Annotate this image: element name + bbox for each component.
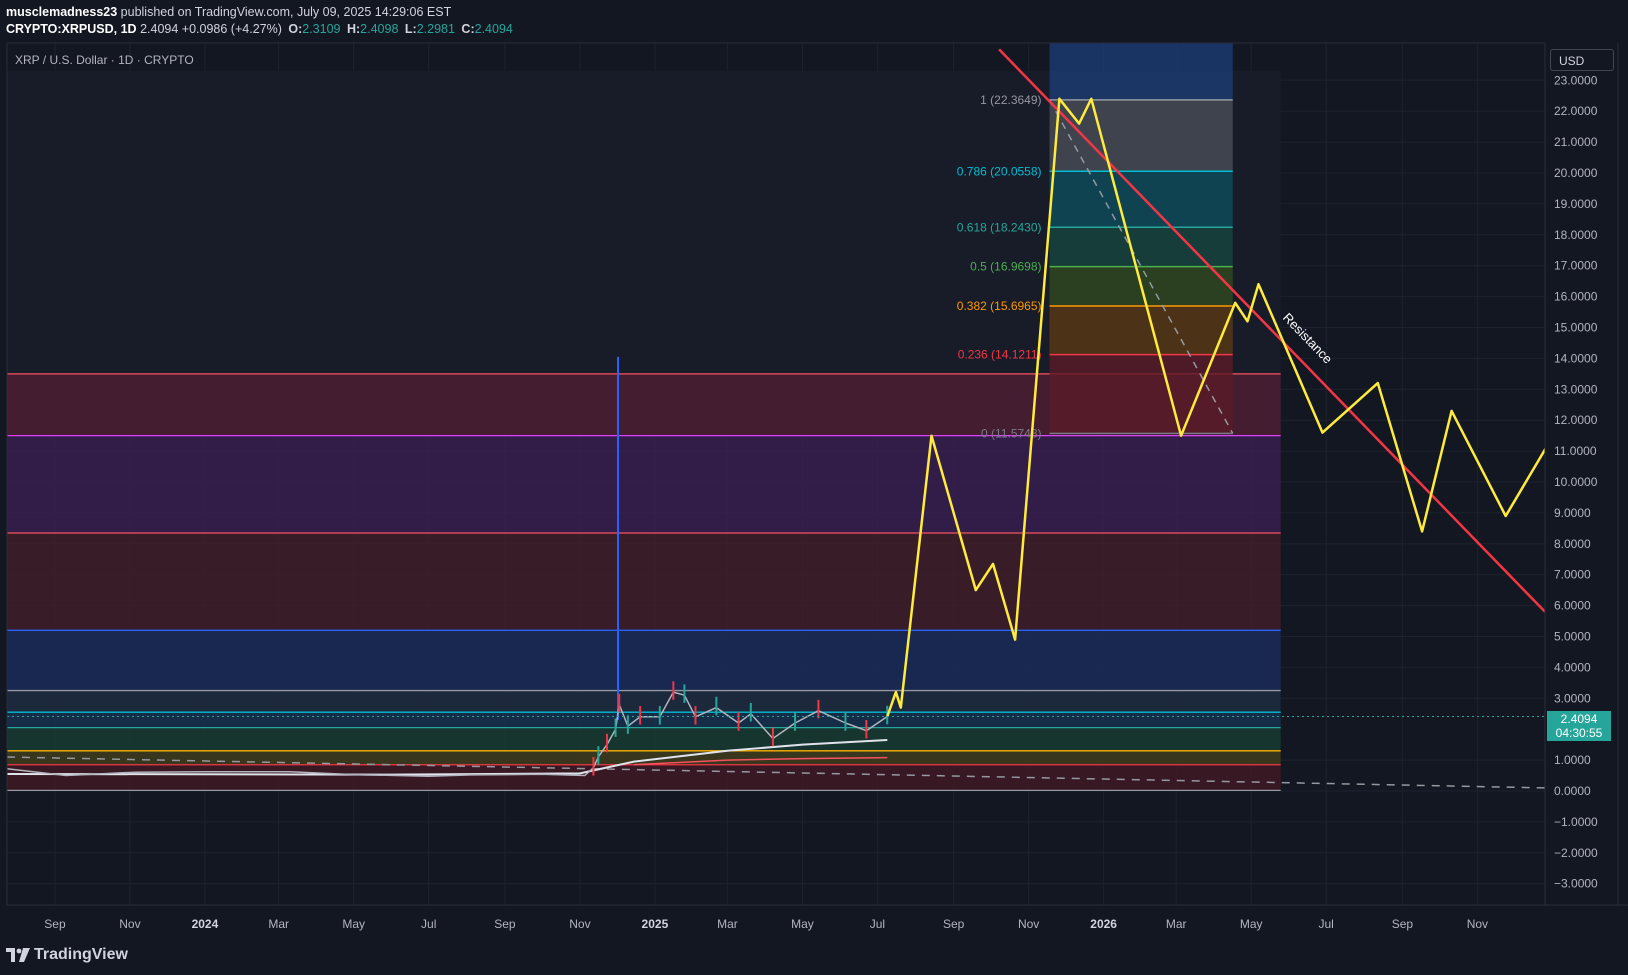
fib-level-label: 0.382 (15.6965): [957, 299, 1042, 313]
x-tick-label: 2024: [192, 917, 219, 931]
fib-zone: [1049, 354, 1233, 434]
y-tick-label: 7.0000: [1554, 568, 1591, 582]
tradingview-logo-icon: [6, 948, 30, 962]
footer: [0, 940, 1628, 975]
y-tick-label: 16.0000: [1554, 290, 1598, 304]
x-tick-label: Sep: [1392, 917, 1414, 931]
y-tick-label: 22.0000: [1554, 104, 1598, 118]
x-tick-label: Nov: [569, 917, 590, 931]
y-tick-label: 1.0000: [1554, 753, 1591, 767]
y-tick-label: 21.0000: [1554, 135, 1598, 149]
y-tick-label: 19.0000: [1554, 197, 1598, 211]
fib-zone: [1049, 305, 1233, 355]
price-tag-countdown: 04:30:55: [1555, 726, 1603, 740]
x-tick-label: Jul: [421, 917, 436, 931]
y-tick-label: 6.0000: [1554, 599, 1591, 613]
y-tick-label: 11.0000: [1554, 444, 1597, 458]
x-tick-label: Nov: [1018, 917, 1039, 931]
y-tick-label: 8.0000: [1554, 537, 1591, 551]
x-tick-label: 2026: [1090, 917, 1117, 931]
price-band: [7, 712, 1281, 728]
x-tick-label: Jul: [1318, 917, 1333, 931]
price-band: [7, 764, 1281, 791]
currency-selector[interactable]: USD: [1550, 49, 1614, 71]
y-tick-label: −2.0000: [1554, 846, 1598, 860]
y-tick-label: 20.0000: [1554, 166, 1598, 180]
y-tick-label: 14.0000: [1554, 351, 1598, 365]
x-tick-label: Sep: [943, 917, 965, 931]
x-tick-label: May: [791, 917, 814, 931]
x-tick-label: Mar: [1166, 917, 1187, 931]
price-chart[interactable]: 1 (22.3649) 0.786 (20.0558) 0.618 (18.2430…: [0, 0, 1628, 940]
y-tick-label: 3.0000: [1554, 691, 1591, 705]
x-tick-label: Mar: [268, 917, 289, 931]
fib-level-label: 0.5 (16.9698): [970, 260, 1041, 274]
x-tick-label: 2025: [642, 917, 669, 931]
fib-zone: [1049, 99, 1233, 172]
tradingview-logo[interactable]: TradingView: [6, 946, 128, 964]
price-band: [7, 690, 1281, 713]
x-tick-label: Jul: [870, 917, 885, 931]
price-band: [7, 630, 1281, 691]
y-tick-label: 12.0000: [1554, 413, 1598, 427]
last-price-tag: 2.4094 04:30:55: [1547, 711, 1611, 741]
y-tick-label: 13.0000: [1554, 382, 1598, 396]
fib-level-label: 1 (22.3649): [980, 93, 1041, 107]
x-tick-label: Nov: [1467, 917, 1488, 931]
y-tick-label: 23.0000: [1554, 73, 1598, 87]
y-tick-label: 17.0000: [1554, 259, 1598, 273]
y-tick-label: −3.0000: [1554, 877, 1598, 891]
fib-top-extension: [1049, 43, 1233, 100]
x-tick-label: May: [342, 917, 365, 931]
y-tick-label: 15.0000: [1554, 321, 1598, 335]
fib-level-label: 0.236 (14.1211): [958, 348, 1042, 362]
y-tick-label: 10.0000: [1554, 475, 1598, 489]
tradingview-logo-text: TradingView: [34, 946, 128, 963]
y-tick-label: −1.0000: [1554, 815, 1598, 829]
fib-level-label: 0.618 (18.2430): [957, 220, 1042, 234]
x-tick-label: Sep: [44, 917, 66, 931]
fib-zone: [1049, 171, 1233, 228]
price-band: [7, 750, 1281, 765]
x-tick-label: Sep: [494, 917, 516, 931]
x-tick-label: Nov: [119, 917, 140, 931]
y-tick-label: 0.0000: [1554, 784, 1591, 798]
x-tick-label: May: [1240, 917, 1263, 931]
y-tick-label: 4.0000: [1554, 660, 1591, 674]
fib-level-label: 0.786 (20.0558): [957, 164, 1042, 178]
y-tick-label: 5.0000: [1554, 630, 1591, 644]
symbol-title: XRP / U.S. Dollar · 1D · CRYPTO: [15, 53, 194, 67]
price-tag-value: 2.4094: [1560, 712, 1598, 726]
price-band: [7, 435, 1281, 533]
price-band: [7, 532, 1281, 631]
price-band: [7, 727, 1281, 751]
y-tick-label: 18.0000: [1554, 228, 1598, 242]
x-tick-label: Mar: [717, 917, 738, 931]
y-tick-label: 9.0000: [1554, 506, 1591, 520]
